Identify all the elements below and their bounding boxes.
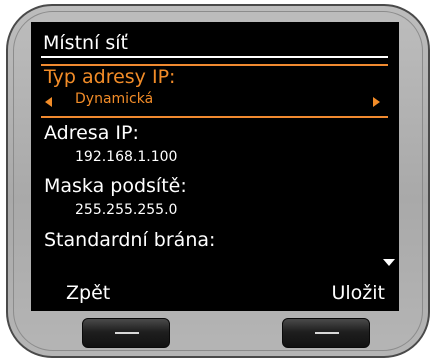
triangle-left-icon[interactable] [45, 97, 52, 107]
screen-title-bar: Místní síť [41, 30, 388, 58]
ip-address-value: 192.168.1.100 [75, 149, 178, 165]
dash-icon [115, 332, 139, 334]
softkey-bar: Zpět Uložit [31, 277, 399, 311]
right-hardware-button[interactable] [282, 318, 370, 348]
left-hardware-button[interactable] [82, 318, 170, 348]
ip-address-label[interactable]: Adresa IP: [44, 122, 139, 144]
subnet-mask-label[interactable]: Maska podsítě: [44, 175, 187, 197]
selection-bottom-line [41, 116, 388, 118]
default-gateway-label[interactable]: Standardní brána: [44, 229, 215, 251]
dash-icon [315, 332, 339, 334]
ip-type-label[interactable]: Typ adresy IP: [44, 66, 175, 88]
subnet-mask-value: 255.255.255.0 [75, 202, 178, 218]
save-softkey[interactable]: Uložit [331, 282, 385, 304]
display-screen: Místní síť Typ adresy IP: Dynamická Adre… [31, 22, 399, 311]
triangle-right-icon[interactable] [373, 97, 380, 107]
ip-type-value[interactable]: Dynamická [75, 91, 153, 107]
back-softkey[interactable]: Zpět [66, 282, 110, 304]
scroll-down-icon [383, 259, 395, 266]
screen-title: Místní síť [43, 32, 129, 54]
